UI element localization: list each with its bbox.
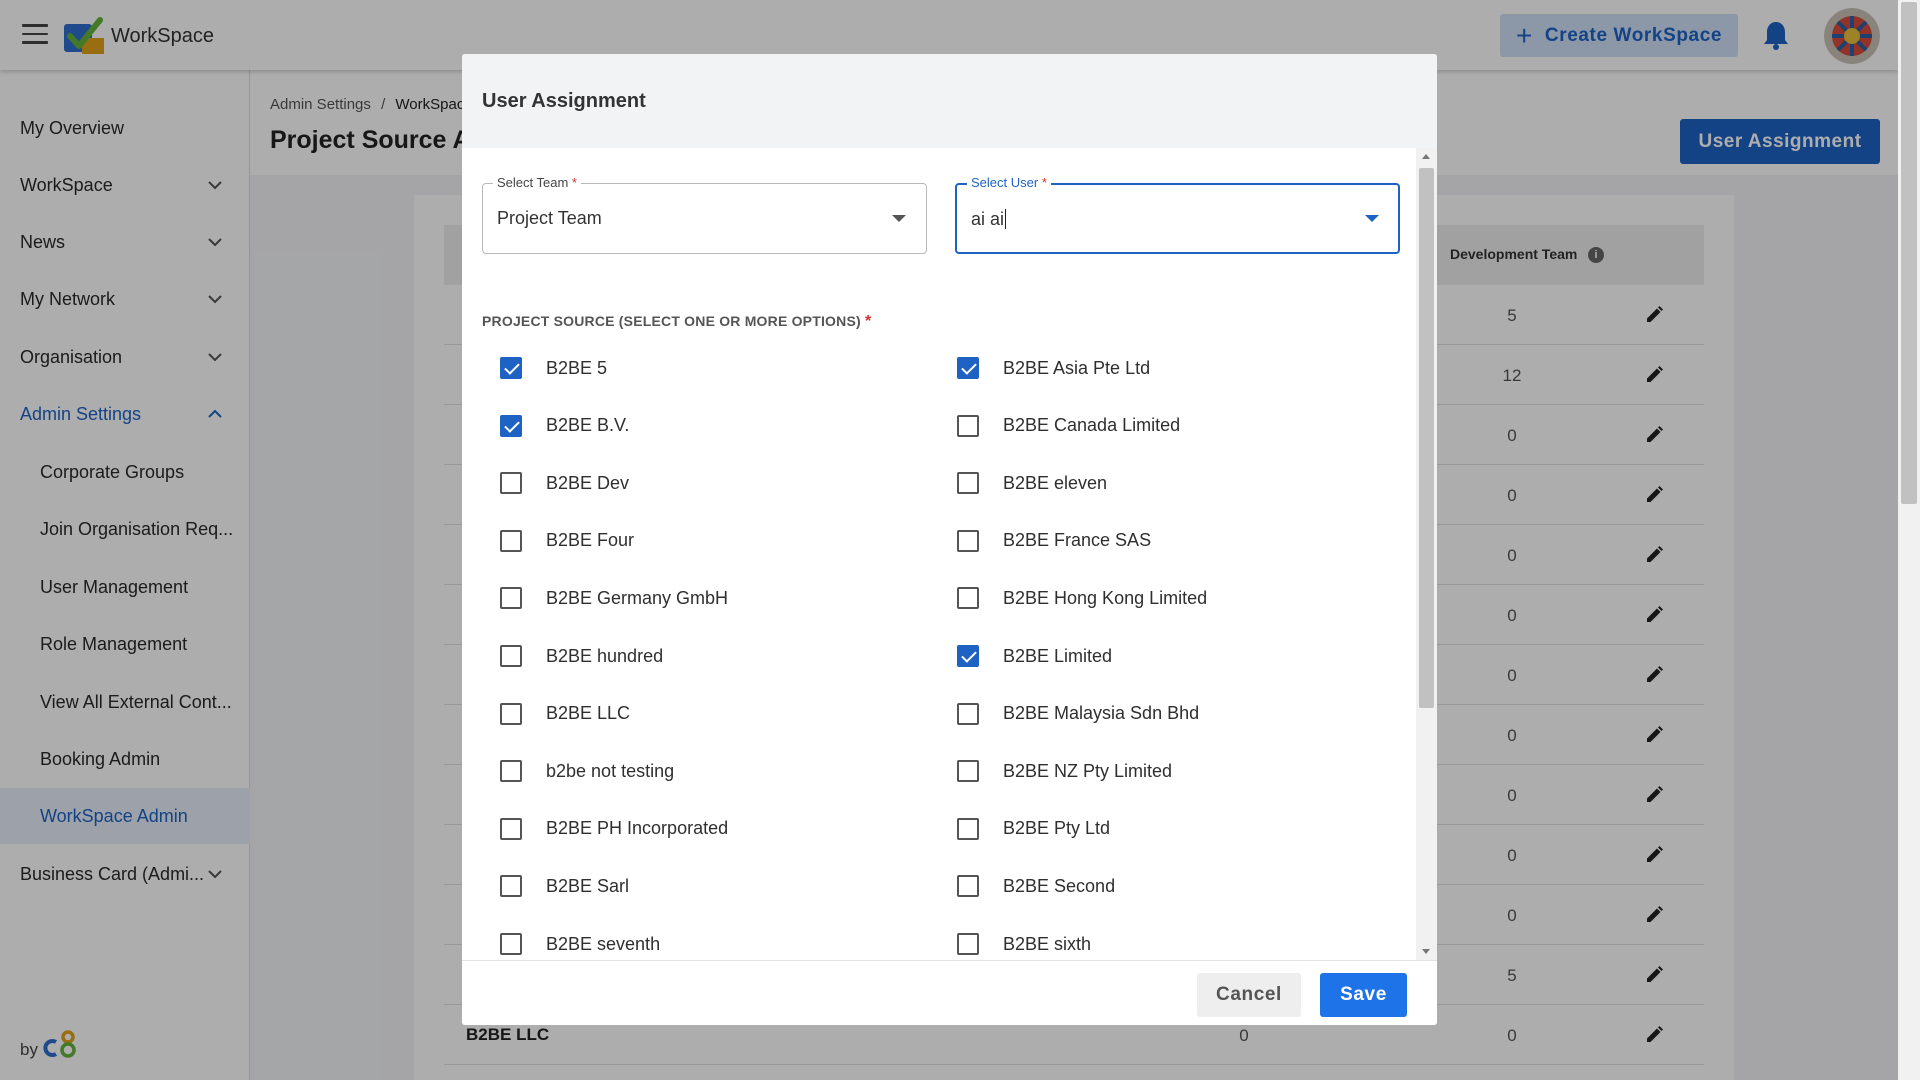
project-source-option[interactable]: B2BE 5 bbox=[500, 353, 607, 383]
select-team-value: Project Team bbox=[497, 208, 602, 228]
option-label: B2BE Four bbox=[546, 530, 635, 551]
option-label: B2BE France SAS bbox=[1003, 530, 1152, 551]
project-source-option[interactable]: B2BE seventh bbox=[500, 929, 660, 959]
cancel-button[interactable]: Cancel bbox=[1197, 973, 1301, 1017]
dialog-scrollbar-thumb[interactable] bbox=[1419, 168, 1434, 708]
option-label: B2BE Dev bbox=[546, 472, 630, 493]
required-marker: * bbox=[571, 175, 577, 190]
checkbox-checked[interactable] bbox=[500, 414, 522, 437]
option-label: B2BE hundred bbox=[546, 645, 664, 666]
select-user-value: ai ai bbox=[971, 209, 1007, 230]
checkbox-unchecked[interactable] bbox=[500, 875, 522, 898]
checkbox-unchecked[interactable] bbox=[957, 702, 979, 725]
project-source-option[interactable]: B2BE Pty Ltd bbox=[957, 814, 1110, 844]
option-label: B2BE LLC bbox=[546, 703, 631, 724]
checkbox-checked[interactable] bbox=[957, 357, 979, 379]
select-user-label: Select User * bbox=[967, 175, 1051, 190]
page-scrollbar[interactable] bbox=[1898, 0, 1920, 1080]
project-source-option[interactable]: B2BE LLC bbox=[500, 699, 630, 729]
checkbox-unchecked[interactable] bbox=[957, 472, 979, 495]
option-label: B2BE Second bbox=[1003, 875, 1116, 896]
project-source-option[interactable]: B2BE Asia Pte Ltd bbox=[957, 353, 1150, 383]
project-source-option[interactable]: B2BE Hong Kong Limited bbox=[957, 583, 1207, 613]
select-user-label-text: Select User bbox=[971, 175, 1039, 190]
project-source-option[interactable]: b2be not testing bbox=[500, 756, 674, 786]
project-source-option[interactable]: B2BE France SAS bbox=[957, 526, 1151, 556]
checkbox-unchecked[interactable] bbox=[500, 529, 522, 552]
select-user-text: ai ai bbox=[971, 209, 1005, 229]
project-source-option[interactable]: B2BE eleven bbox=[957, 468, 1107, 498]
option-label: B2BE Canada Limited bbox=[1003, 415, 1181, 436]
required-marker: * bbox=[864, 313, 872, 330]
select-team-label-text: Select Team bbox=[497, 175, 569, 190]
project-source-option[interactable]: B2BE Germany GmbH bbox=[500, 583, 728, 613]
checkbox-unchecked[interactable] bbox=[500, 933, 522, 955]
option-label: b2be not testing bbox=[546, 760, 675, 781]
option-label: B2BE sixth bbox=[1003, 933, 1092, 954]
checkbox-checked[interactable] bbox=[957, 645, 979, 667]
dropdown-caret-icon bbox=[892, 215, 906, 222]
checkbox-unchecked[interactable] bbox=[957, 414, 979, 437]
option-label: B2BE 5 bbox=[546, 357, 608, 378]
checkbox-unchecked[interactable] bbox=[957, 529, 979, 552]
dropdown-caret-icon bbox=[1365, 215, 1379, 222]
dialog-footer: Cancel Save bbox=[462, 960, 1437, 1025]
project-source-option[interactable]: B2BE Four bbox=[500, 526, 634, 556]
dialog-body: Select Team * Project Team Select User *… bbox=[462, 148, 1416, 960]
dialog-header: User Assignment bbox=[462, 54, 1437, 148]
checkbox-unchecked[interactable] bbox=[500, 645, 522, 667]
checkbox-unchecked[interactable] bbox=[957, 587, 979, 610]
option-label: B2BE B.V. bbox=[546, 415, 630, 436]
project-source-label: PROJECT SOURCE (SELECT ONE OR MORE OPTIO… bbox=[482, 313, 871, 331]
scroll-down-arrow-icon[interactable] bbox=[1422, 949, 1430, 954]
project-source-option[interactable]: B2BE Limited bbox=[957, 641, 1112, 671]
option-label: B2BE Asia Pte Ltd bbox=[1003, 357, 1151, 378]
scroll-up-arrow-icon[interactable] bbox=[1422, 154, 1430, 159]
required-marker: * bbox=[1041, 175, 1047, 190]
project-source-option[interactable]: B2BE Canada Limited bbox=[957, 411, 1180, 441]
save-button[interactable]: Save bbox=[1320, 973, 1407, 1017]
project-source-option[interactable]: B2BE Second bbox=[957, 871, 1115, 901]
option-label: B2BE Malaysia Sdn Bhd bbox=[1003, 703, 1200, 724]
text-cursor bbox=[1005, 209, 1007, 229]
option-label: B2BE Germany GmbH bbox=[546, 587, 729, 608]
project-source-option[interactable]: B2BE Sarl bbox=[500, 871, 629, 901]
dialog-title: User Assignment bbox=[482, 90, 646, 112]
checkbox-unchecked[interactable] bbox=[500, 817, 522, 840]
checkbox-unchecked[interactable] bbox=[500, 760, 522, 783]
select-team-label: Select Team * bbox=[493, 175, 581, 190]
option-label: B2BE Pty Ltd bbox=[1003, 818, 1111, 839]
option-label: B2BE NZ Pty Limited bbox=[1003, 760, 1173, 781]
project-source-option[interactable]: B2BE B.V. bbox=[500, 411, 629, 441]
checkbox-unchecked[interactable] bbox=[957, 760, 979, 783]
project-source-option[interactable]: B2BE PH Incorporated bbox=[500, 814, 728, 844]
dialog-scrollbar[interactable] bbox=[1416, 148, 1437, 960]
option-label: B2BE Sarl bbox=[546, 875, 630, 896]
project-source-option[interactable]: B2BE Dev bbox=[500, 468, 629, 498]
user-assignment-dialog: User Assignment Select Team * Project Te… bbox=[462, 54, 1437, 1025]
option-label: B2BE Limited bbox=[1003, 645, 1113, 666]
project-source-option[interactable]: B2BE hundred bbox=[500, 641, 663, 671]
checkbox-unchecked[interactable] bbox=[957, 817, 979, 840]
checkbox-unchecked[interactable] bbox=[957, 875, 979, 898]
project-source-option[interactable]: B2BE NZ Pty Limited bbox=[957, 756, 1172, 786]
checkbox-checked[interactable] bbox=[500, 357, 522, 379]
project-source-option[interactable]: B2BE Malaysia Sdn Bhd bbox=[957, 699, 1199, 729]
select-team-dropdown[interactable]: Select Team * Project Team bbox=[482, 175, 927, 254]
option-label: B2BE PH Incorporated bbox=[546, 818, 729, 839]
project-source-label-text: PROJECT SOURCE (SELECT ONE OR MORE OPTIO… bbox=[482, 313, 861, 329]
checkbox-unchecked[interactable] bbox=[500, 472, 522, 495]
checkbox-unchecked[interactable] bbox=[500, 587, 522, 610]
page-scrollbar-thumb[interactable] bbox=[1901, 2, 1917, 504]
option-label: B2BE seventh bbox=[546, 933, 661, 954]
option-label: B2BE Hong Kong Limited bbox=[1003, 587, 1208, 608]
checkbox-unchecked[interactable] bbox=[500, 702, 522, 725]
select-user-dropdown[interactable]: Select User * ai ai bbox=[955, 175, 1400, 254]
checkbox-unchecked[interactable] bbox=[957, 933, 979, 955]
project-source-option[interactable]: B2BE sixth bbox=[957, 929, 1091, 959]
option-label: B2BE eleven bbox=[1003, 472, 1108, 493]
